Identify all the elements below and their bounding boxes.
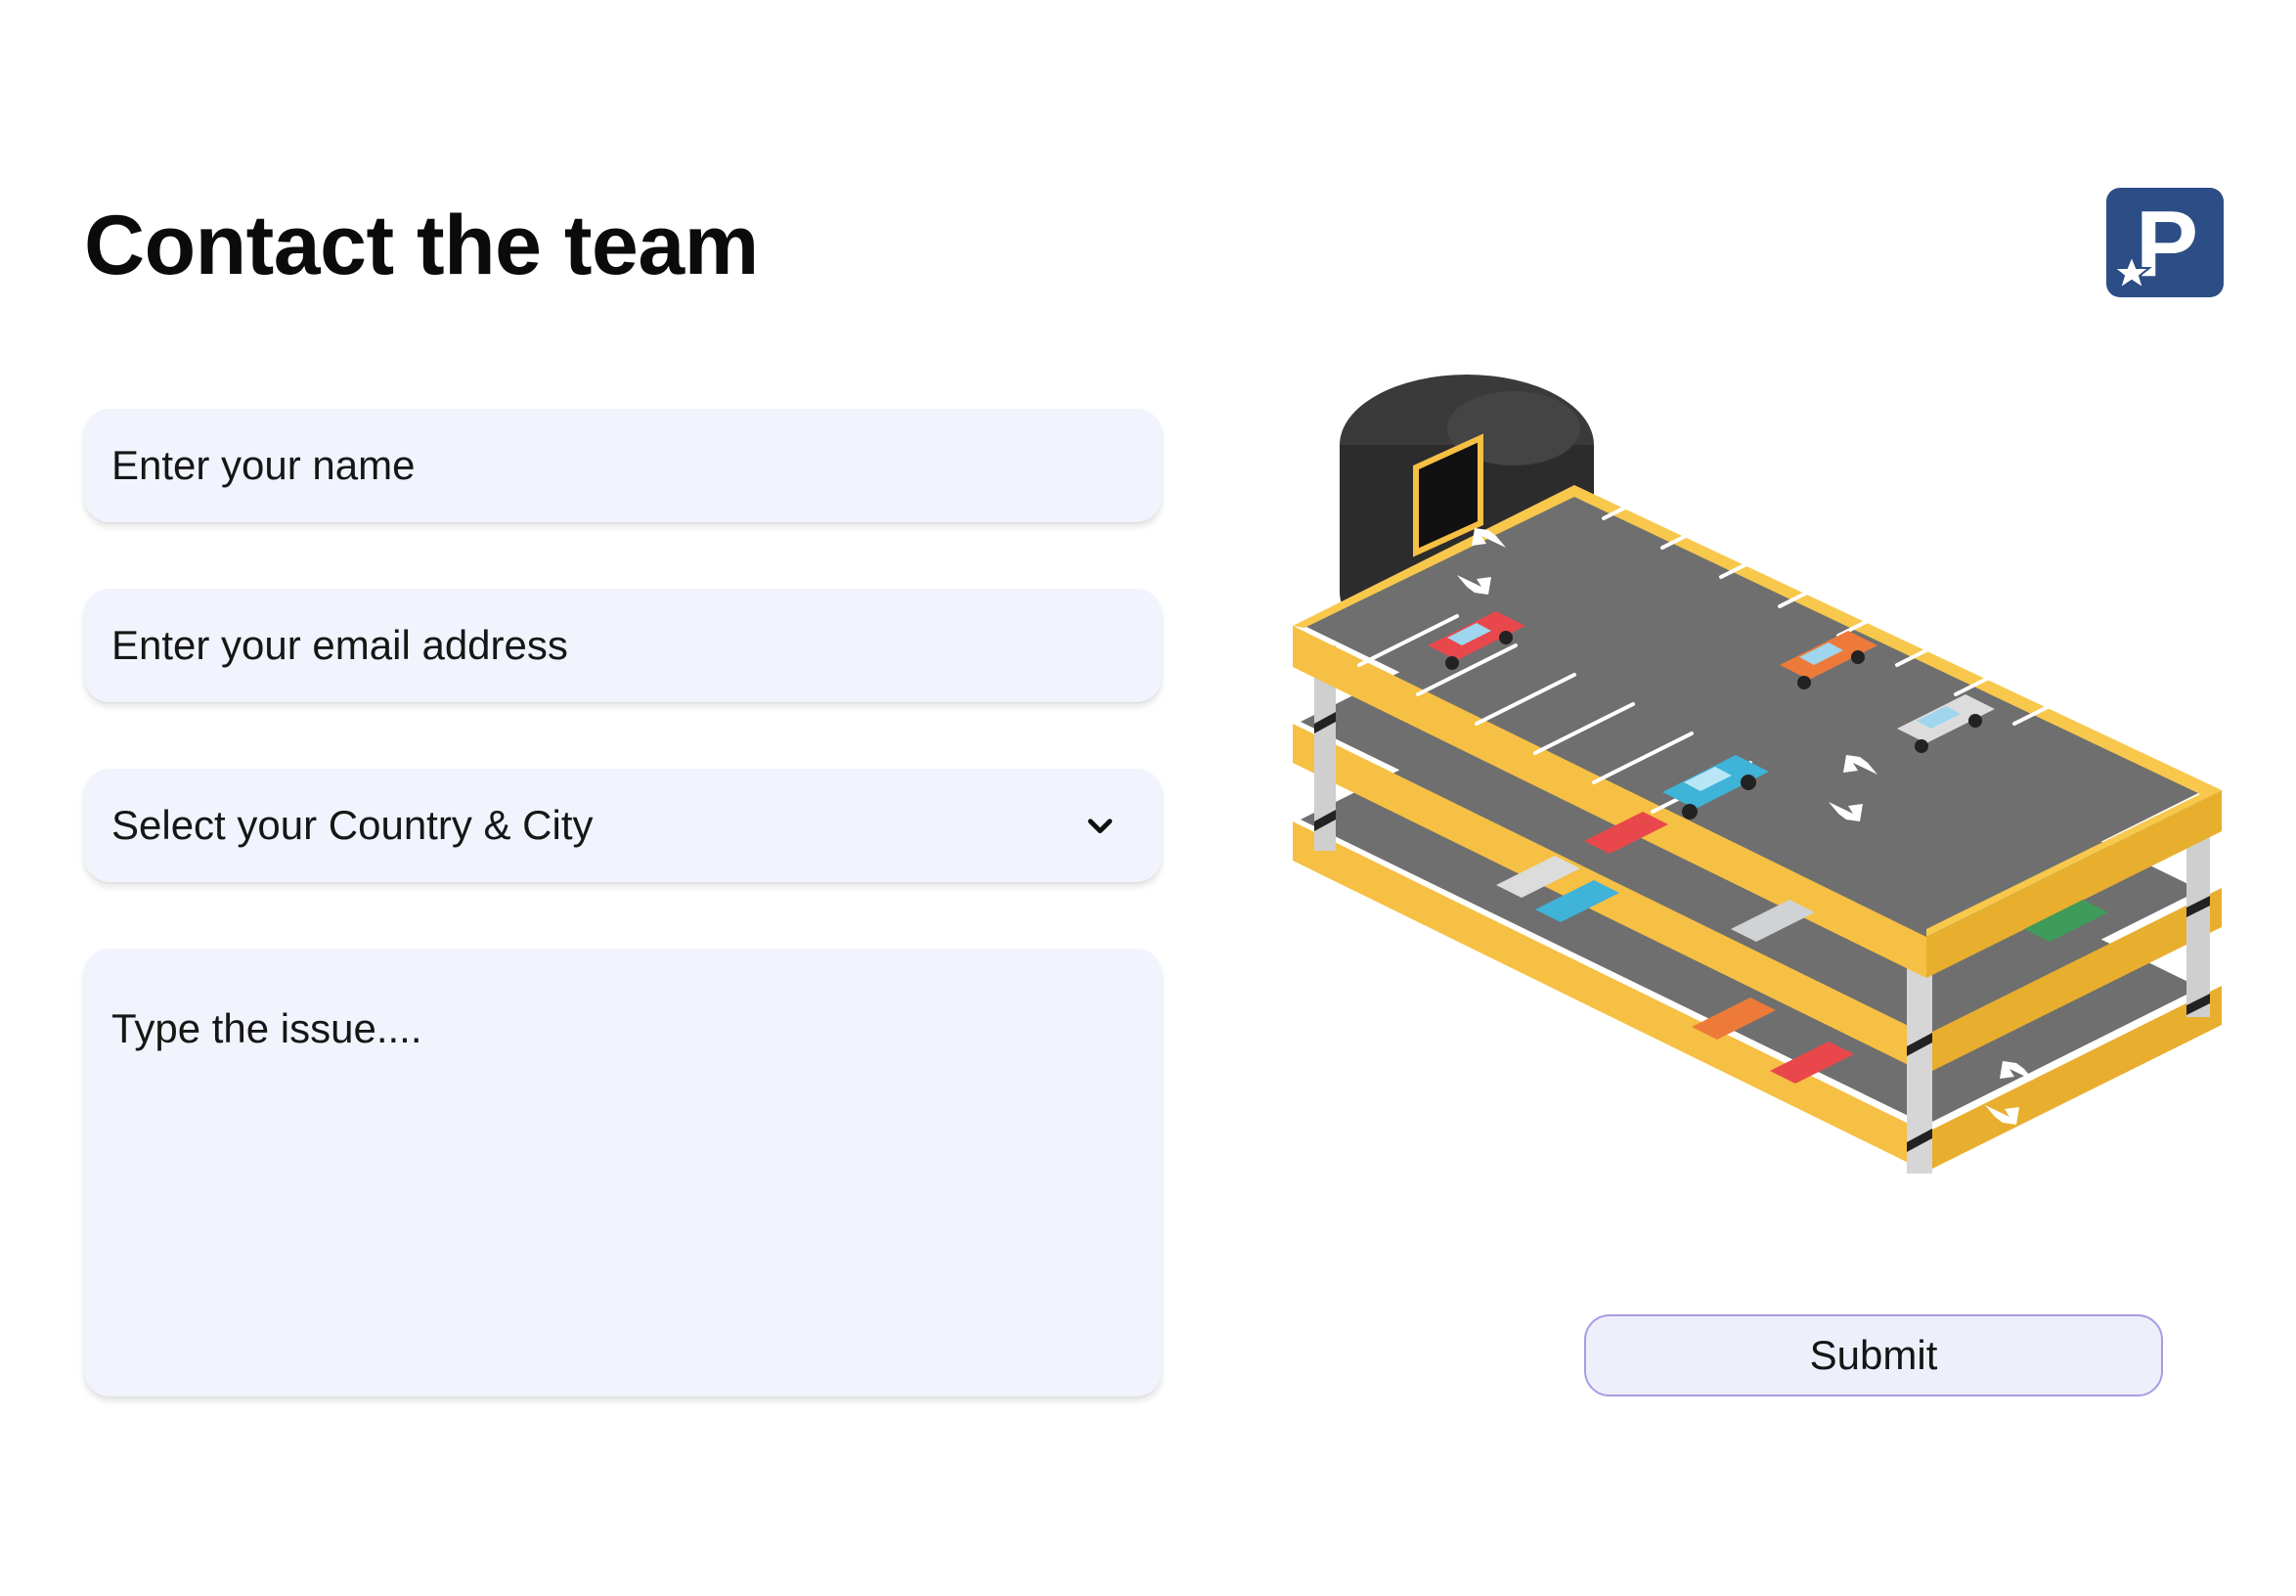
chevron-down-icon xyxy=(1087,819,1113,834)
name-input[interactable]: Enter your name xyxy=(84,409,1162,522)
page-title: Contact the team xyxy=(84,199,759,292)
country-city-select[interactable]: Select your Country & City xyxy=(84,769,1162,882)
svg-text:P: P xyxy=(2136,192,2198,296)
name-placeholder: Enter your name xyxy=(111,442,416,488)
issue-textarea[interactable]: Type the issue.... xyxy=(84,949,1162,1396)
issue-placeholder: Type the issue.... xyxy=(111,1005,422,1051)
submit-button[interactable]: Submit xyxy=(1584,1314,2163,1396)
email-input[interactable]: Enter your email address xyxy=(84,589,1162,702)
parking-logo-icon: P xyxy=(2106,188,2224,297)
email-placeholder: Enter your email address xyxy=(111,622,568,668)
country-city-placeholder: Select your Country & City xyxy=(111,802,594,848)
parking-garage-illustration xyxy=(1293,375,2222,1174)
